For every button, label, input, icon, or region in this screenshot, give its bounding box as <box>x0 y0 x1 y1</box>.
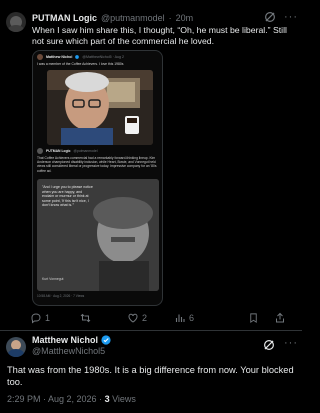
reply-views-label: Views <box>109 394 136 404</box>
author-name[interactable]: PUTMAN Logic <box>32 13 97 23</box>
retweet-icon <box>80 313 91 323</box>
reply-meta: 2:29 PM · Aug 2, 2026 · 3 Views <box>7 394 136 404</box>
avatar[interactable] <box>6 337 26 357</box>
vonnegut-quote-image: "And I urge you to please notice when yo… <box>37 179 159 291</box>
like-icon <box>128 313 138 323</box>
verified-badge-icon <box>75 55 80 59</box>
quoted-handle: @MatthewNichol5 · Aug 2 <box>82 55 124 59</box>
grok-icon[interactable] <box>262 338 276 352</box>
separator: · <box>168 13 172 23</box>
quote-image-text: "And I urge you to please notice when yo… <box>42 185 93 208</box>
reply-icon <box>31 313 41 324</box>
quoted-text: I was a member of the Coffee Achievers. … <box>37 62 124 66</box>
more-icon[interactable]: ··· <box>284 337 298 349</box>
reply-timestamp[interactable]: 2:29 PM · Aug 2, 2026 · <box>7 394 105 404</box>
views-button[interactable]: 6 <box>174 310 194 326</box>
reply-tweet[interactable]: Matthew Nichol @MatthewNichol5 ··· That … <box>0 331 302 413</box>
like-count: 2 <box>142 313 148 323</box>
grok-icon[interactable] <box>263 10 277 24</box>
quoted-tweet-card[interactable]: Matthew Nichol @MatthewNichol5 · Aug 2 I… <box>32 50 163 306</box>
action-bar: 1 2 6 <box>30 310 300 326</box>
reply-button[interactable]: 1 <box>30 310 50 326</box>
main-tweet[interactable]: PUTMAN Logic @putmanmodel · 20m ··· When… <box>0 0 302 330</box>
bookmark-icon <box>250 313 257 323</box>
views-count: 6 <box>189 313 195 323</box>
reply-text: That was from the 1980s. It is a big dif… <box>7 365 294 387</box>
reply-author[interactable]: Matthew Nichol <box>32 335 111 345</box>
sub-author: PUTMAN Logic <box>46 149 71 153</box>
reply-handle[interactable]: @MatthewNichol5 <box>32 346 105 356</box>
quoted-author: Matthew Nichol <box>46 55 73 59</box>
quoted-footer: 10:58 AM · Aug 2, 2026 · 7 Views <box>37 294 85 298</box>
tweet-text: When I saw him share this, I thought, “O… <box>32 25 287 47</box>
views-icon <box>175 314 185 322</box>
commercial-still-image <box>47 70 153 145</box>
quoted-subheader: PUTMAN Logic @putmanmodel <box>37 148 98 154</box>
quoted-header: Matthew Nichol @MatthewNichol5 · Aug 2 <box>37 54 124 60</box>
retweet-button[interactable] <box>79 310 95 326</box>
quote-image-author: Kurt Vonnegut <box>42 277 64 281</box>
share-button[interactable] <box>274 310 286 326</box>
sub-handle: @putmanmodel <box>73 149 98 153</box>
more-icon[interactable]: ··· <box>284 11 298 23</box>
quoted-avatar <box>37 54 43 60</box>
sub-text: That Coffee Achievers commercial had a r… <box>37 156 157 173</box>
timestamp[interactable]: 20m <box>176 13 194 23</box>
author-handle[interactable]: @putmanmodel <box>101 13 165 23</box>
share-icon <box>276 312 284 323</box>
bookmark-button[interactable] <box>248 310 259 326</box>
verified-badge-icon <box>101 335 111 345</box>
like-button[interactable]: 2 <box>127 310 147 326</box>
tweet-header: PUTMAN Logic @putmanmodel · 20m <box>32 12 193 24</box>
reply-author-name[interactable]: Matthew Nichol <box>32 335 98 345</box>
avatar[interactable] <box>6 12 26 32</box>
reply-count: 1 <box>45 313 51 323</box>
